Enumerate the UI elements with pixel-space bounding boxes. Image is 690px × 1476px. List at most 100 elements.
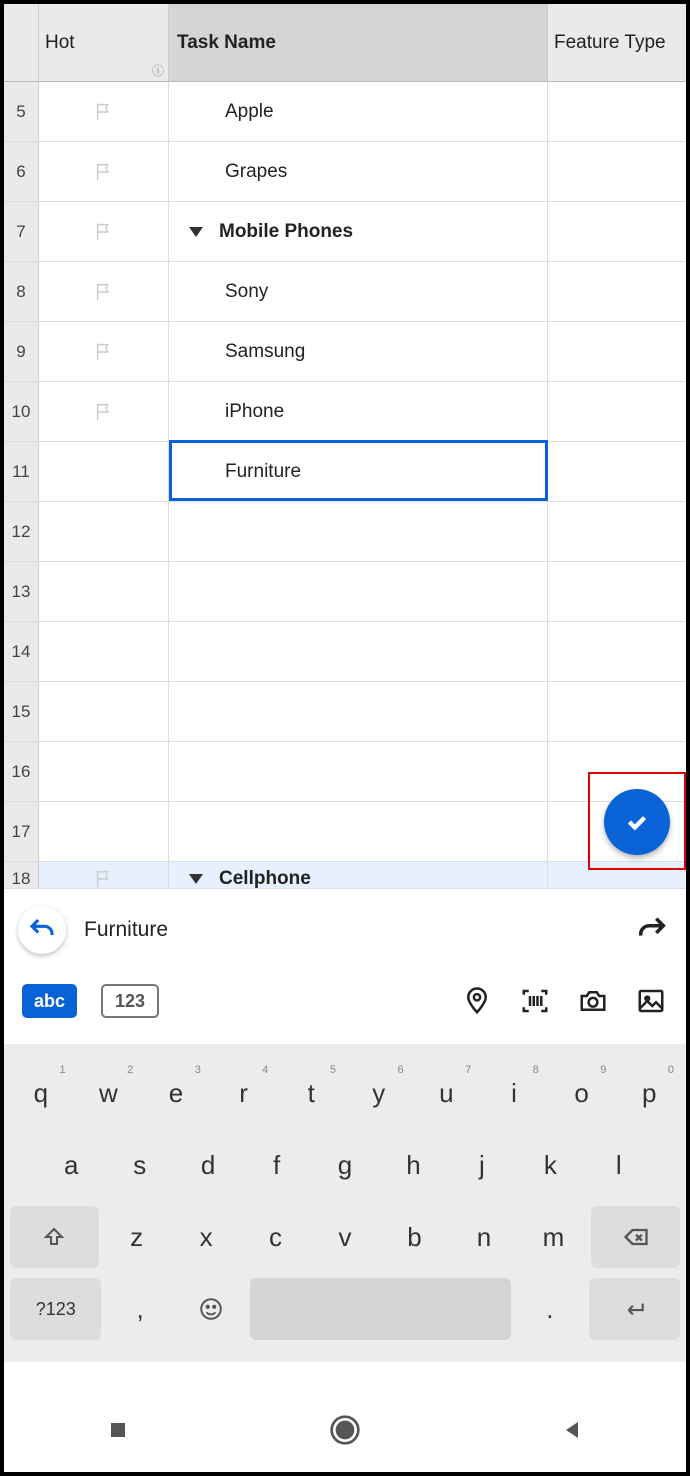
- table-row[interactable]: 15: [4, 682, 686, 742]
- table-row[interactable]: 16: [4, 742, 686, 802]
- hot-cell[interactable]: [39, 82, 169, 141]
- barcode-icon[interactable]: [518, 984, 552, 1018]
- shift-key[interactable]: [10, 1206, 99, 1268]
- cell-input[interactable]: Furniture: [84, 918, 614, 942]
- task-cell[interactable]: [169, 502, 548, 561]
- image-icon[interactable]: [634, 984, 668, 1018]
- hot-cell[interactable]: [39, 442, 169, 501]
- chevron-down-icon[interactable]: [189, 874, 203, 884]
- key-r[interactable]: r4: [213, 1062, 275, 1124]
- table-row[interactable]: 17: [4, 802, 686, 862]
- mode-123-button[interactable]: 123: [101, 984, 159, 1018]
- chevron-down-icon[interactable]: [189, 227, 203, 237]
- table-row[interactable]: 11Furniture: [4, 442, 686, 502]
- task-cell[interactable]: [169, 742, 548, 801]
- hot-cell[interactable]: [39, 622, 169, 681]
- key-e[interactable]: e3: [145, 1062, 207, 1124]
- symbols-key[interactable]: ?123: [10, 1278, 101, 1340]
- hot-cell[interactable]: [39, 322, 169, 381]
- feature-cell[interactable]: [548, 502, 686, 561]
- task-cell[interactable]: iPhone: [169, 382, 548, 441]
- feature-cell[interactable]: [548, 682, 686, 741]
- table-row[interactable]: 12: [4, 502, 686, 562]
- key-d[interactable]: d: [177, 1134, 239, 1196]
- key-h[interactable]: h: [382, 1134, 444, 1196]
- feature-cell[interactable]: [548, 562, 686, 621]
- table-row[interactable]: 5Apple: [4, 82, 686, 142]
- nav-back[interactable]: [555, 1413, 589, 1447]
- hot-cell[interactable]: [39, 682, 169, 741]
- table-row[interactable]: 9Samsung: [4, 322, 686, 382]
- emoji-key[interactable]: [179, 1278, 244, 1340]
- key-f[interactable]: f: [245, 1134, 307, 1196]
- nav-recent[interactable]: [101, 1413, 135, 1447]
- nav-home[interactable]: [328, 1413, 362, 1447]
- key-t[interactable]: t5: [280, 1062, 342, 1124]
- key-z[interactable]: z: [105, 1206, 168, 1268]
- task-cell[interactable]: Grapes: [169, 142, 548, 201]
- task-cell[interactable]: [169, 562, 548, 621]
- enter-key[interactable]: [589, 1278, 680, 1340]
- redo-button[interactable]: [632, 910, 672, 950]
- key-k[interactable]: k: [519, 1134, 581, 1196]
- key-q[interactable]: q1: [10, 1062, 72, 1124]
- key-n[interactable]: n: [452, 1206, 515, 1268]
- feature-cell[interactable]: [548, 382, 686, 441]
- table-row[interactable]: 13: [4, 562, 686, 622]
- confirm-fab[interactable]: [604, 789, 670, 855]
- key-y[interactable]: y6: [348, 1062, 410, 1124]
- key-i[interactable]: i8: [483, 1062, 545, 1124]
- location-icon[interactable]: [460, 984, 494, 1018]
- mode-abc-button[interactable]: abc: [22, 984, 77, 1018]
- hot-cell[interactable]: [39, 502, 169, 561]
- key-x[interactable]: x: [174, 1206, 237, 1268]
- hot-cell[interactable]: [39, 142, 169, 201]
- key-b[interactable]: b: [383, 1206, 446, 1268]
- backspace-key[interactable]: [591, 1206, 680, 1268]
- comma-key[interactable]: ,: [107, 1278, 172, 1340]
- hot-cell[interactable]: [39, 742, 169, 801]
- feature-cell[interactable]: [548, 622, 686, 681]
- feature-cell[interactable]: [548, 322, 686, 381]
- hot-cell[interactable]: [39, 262, 169, 321]
- space-key[interactable]: [250, 1278, 511, 1340]
- camera-icon[interactable]: [576, 984, 610, 1018]
- task-cell[interactable]: Samsung: [169, 322, 548, 381]
- key-p[interactable]: p0: [618, 1062, 680, 1124]
- undo-button[interactable]: [18, 906, 66, 954]
- feature-cell[interactable]: [548, 202, 686, 261]
- hot-cell[interactable]: [39, 802, 169, 861]
- key-v[interactable]: v: [313, 1206, 376, 1268]
- feature-cell[interactable]: [548, 442, 686, 501]
- header-hot[interactable]: Hot ⓘ: [39, 4, 169, 81]
- table-row[interactable]: 8Sony: [4, 262, 686, 322]
- key-a[interactable]: a: [40, 1134, 102, 1196]
- task-cell[interactable]: [169, 802, 548, 861]
- header-feature[interactable]: Feature Type: [548, 4, 686, 81]
- key-u[interactable]: u7: [416, 1062, 478, 1124]
- task-cell[interactable]: Apple: [169, 82, 548, 141]
- key-c[interactable]: c: [244, 1206, 307, 1268]
- period-key[interactable]: .: [517, 1278, 582, 1340]
- key-o[interactable]: o9: [551, 1062, 613, 1124]
- feature-cell[interactable]: [548, 82, 686, 141]
- feature-cell[interactable]: [548, 142, 686, 201]
- hot-cell[interactable]: [39, 562, 169, 621]
- task-cell[interactable]: Sony: [169, 262, 548, 321]
- key-s[interactable]: s: [108, 1134, 170, 1196]
- feature-cell[interactable]: [548, 262, 686, 321]
- task-cell[interactable]: [169, 682, 548, 741]
- task-cell[interactable]: Mobile Phones: [169, 202, 548, 261]
- table-row[interactable]: 7Mobile Phones: [4, 202, 686, 262]
- hot-cell[interactable]: [39, 382, 169, 441]
- task-cell[interactable]: [169, 622, 548, 681]
- task-cell[interactable]: Furniture: [169, 442, 548, 501]
- key-m[interactable]: m: [522, 1206, 585, 1268]
- table-row[interactable]: 10iPhone: [4, 382, 686, 442]
- header-task[interactable]: Task Name: [169, 4, 548, 81]
- key-j[interactable]: j: [451, 1134, 513, 1196]
- hot-cell[interactable]: [39, 202, 169, 261]
- key-w[interactable]: w2: [78, 1062, 140, 1124]
- key-g[interactable]: g: [314, 1134, 376, 1196]
- table-row[interactable]: 6Grapes: [4, 142, 686, 202]
